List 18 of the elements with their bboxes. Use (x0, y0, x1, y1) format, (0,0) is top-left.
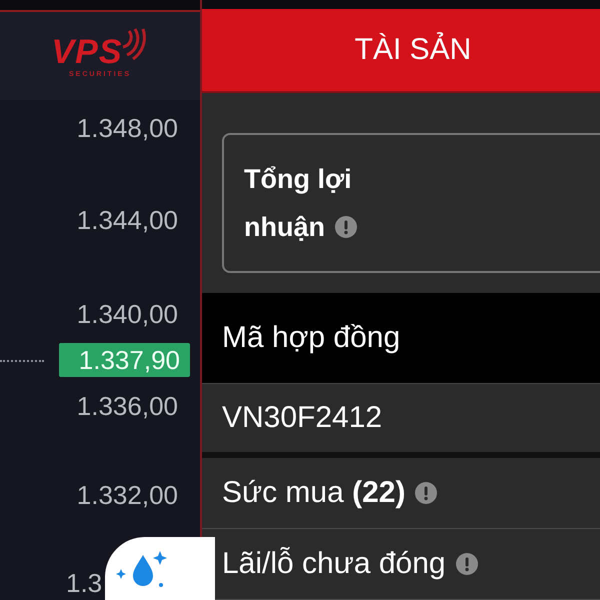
logo-wordmark: VPS (51, 34, 123, 68)
price-label: 1.340,00 (76, 299, 178, 329)
info-icon[interactable] (456, 553, 478, 575)
info-icon[interactable] (335, 216, 357, 238)
row-label: Lãi/lỗ chưa đóng (222, 547, 446, 581)
price-label: 1.3 (66, 568, 102, 598)
contract-code[interactable]: VN30F2412 (222, 401, 382, 435)
price-label: 1.348,00 (76, 113, 178, 143)
info-icon[interactable] (415, 482, 438, 504)
price-label: 1.332,00 (76, 480, 178, 510)
row-label: Sức mua (22) (222, 476, 406, 510)
price-label: 1.344,00 (76, 205, 178, 235)
summary-label: Tổng lợi nhuận (244, 155, 394, 251)
floating-button[interactable] (105, 537, 215, 600)
price-label: 1.336,00 (76, 391, 178, 421)
price-label: 1.337,90 (58, 343, 190, 377)
panel-title: TÀI SẢN (354, 33, 472, 68)
column-header: Mã hợp đồng (222, 321, 400, 355)
